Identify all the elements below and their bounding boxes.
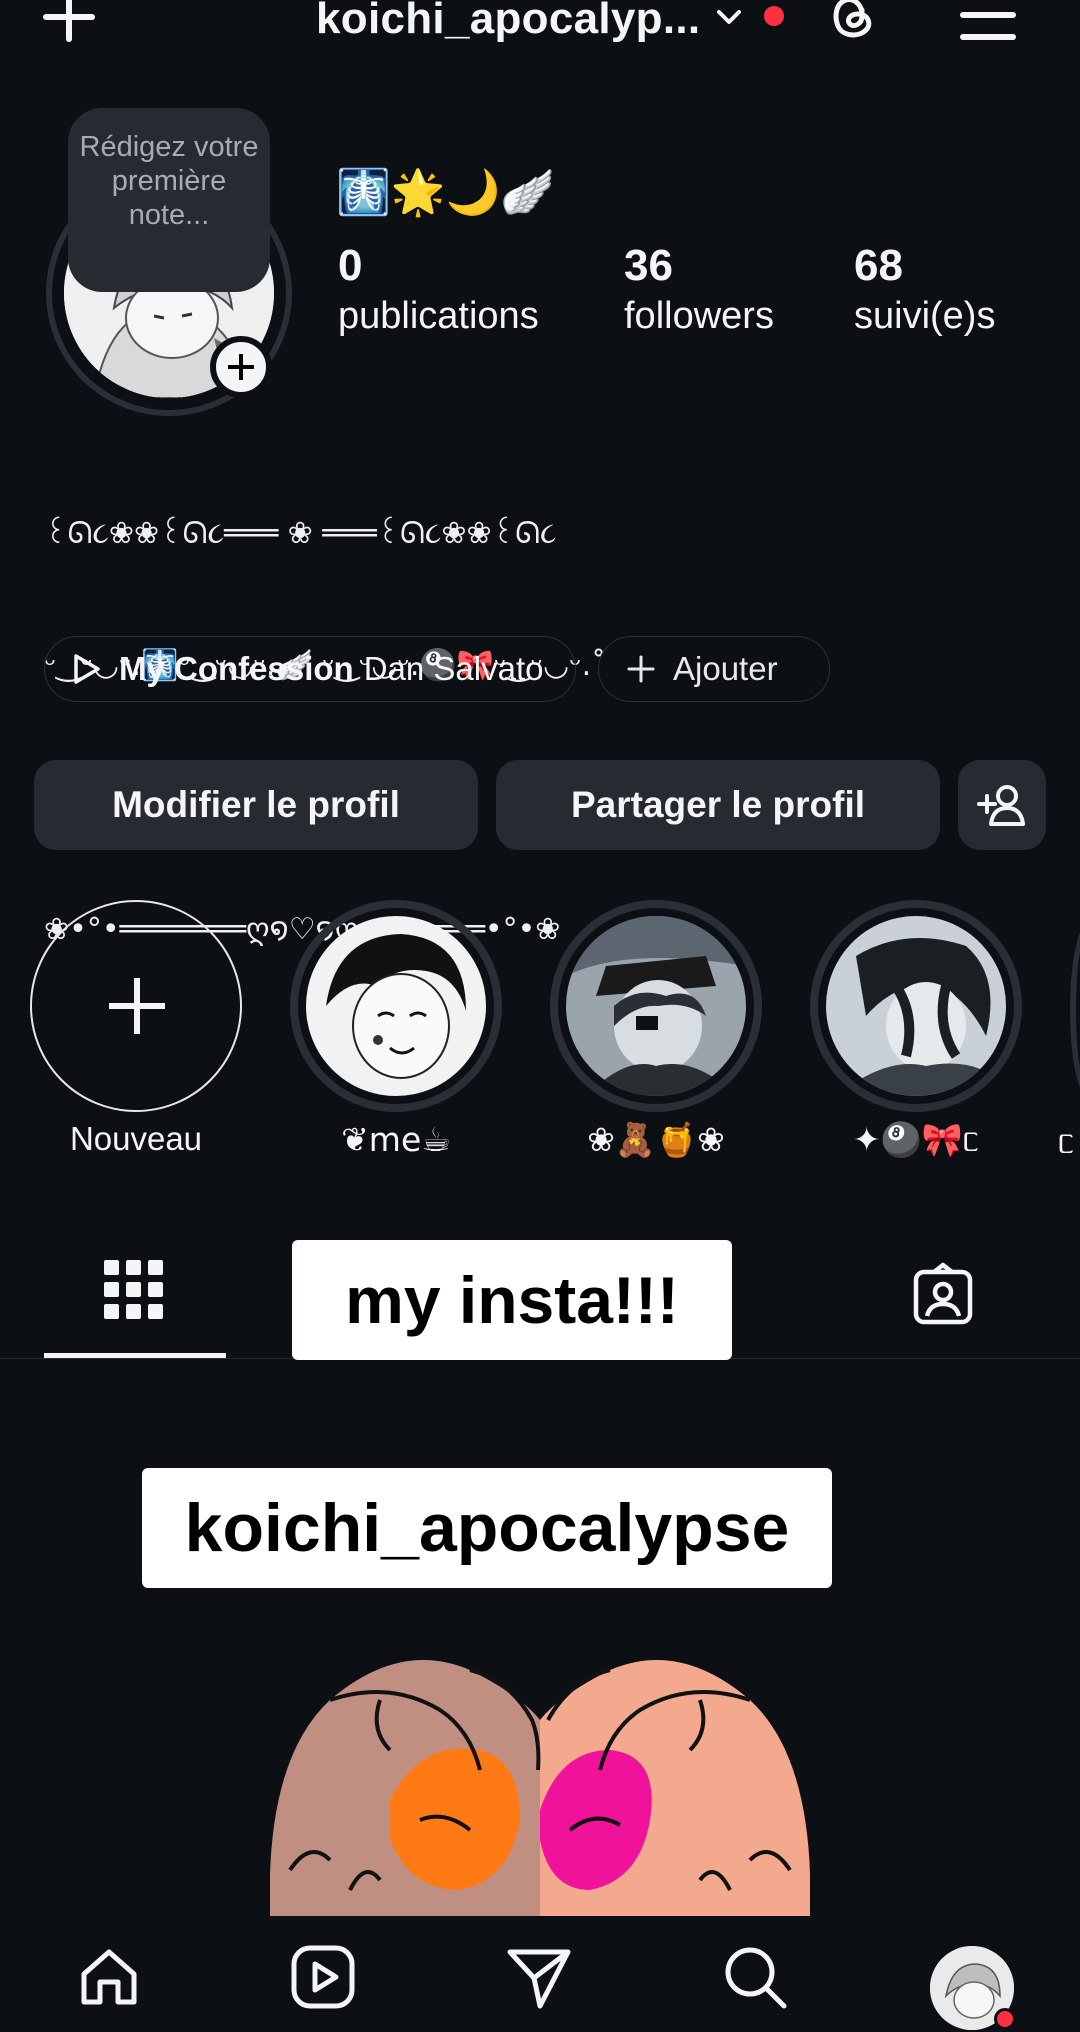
add-link-pill[interactable]: Ajouter	[598, 636, 830, 702]
overlay-caption: my insta!!!	[292, 1240, 732, 1360]
plus-icon	[627, 655, 655, 683]
highlight-new[interactable]: Nouveau	[30, 900, 242, 1158]
home-icon[interactable]	[74, 1942, 144, 2012]
highlight-cover	[826, 916, 1006, 1096]
add-person-icon	[977, 785, 1025, 826]
stat-label: followers	[624, 295, 774, 337]
highlight-item-partial[interactable]	[1070, 920, 1080, 1100]
highlight-label: ❦me☕︎	[341, 1120, 451, 1159]
stat-value: 68	[854, 241, 903, 290]
stat-following[interactable]: 68 suivi(e)s	[854, 240, 995, 340]
notification-dot	[764, 6, 784, 26]
add-link-label: Ajouter	[673, 650, 778, 687]
bio-line: ꒰ᘏ૮❀❀꒰ᘏ૮═══ ❀ ═══꒰ᘏ૮❀❀꒰ᘏ૮	[44, 516, 557, 551]
threads-icon[interactable]	[822, 0, 882, 46]
stat-value: 36	[624, 241, 673, 290]
create-plus-icon[interactable]	[38, 0, 98, 46]
top-bar: koichi_apocalyp...	[0, 0, 1080, 60]
overlay-caption: koichi_apocalypse	[142, 1468, 832, 1588]
bio-emojis: 🩻🌟🌙🪽	[336, 167, 556, 218]
discover-people-button[interactable]	[958, 760, 1046, 850]
chevron-down-icon[interactable]	[714, 2, 744, 32]
highlight-label: Nouveau	[69, 1120, 203, 1157]
profile-username[interactable]: koichi_apocalyp...	[316, 0, 700, 44]
stat-label: publications	[338, 295, 539, 337]
share-profile-button[interactable]: Partager le profil	[496, 760, 940, 850]
add-story-plus-icon[interactable]	[210, 336, 272, 398]
highlight-label: ᥴ	[1058, 1122, 1075, 1161]
stat-publications[interactable]: 0 publications	[338, 240, 539, 340]
music-pill[interactable]: My Confession Dan Salvato	[44, 636, 576, 702]
play-icon	[74, 654, 100, 684]
note-bubble[interactable]: Rédigez votre première note...	[68, 108, 270, 292]
music-artist: Dan Salvato	[363, 650, 544, 687]
reels-icon[interactable]	[288, 1942, 358, 2012]
bottom-navigation	[0, 1916, 1080, 2032]
highlight-item[interactable]: ✦🎱🎀ᥴ	[810, 900, 1022, 1160]
search-icon[interactable]	[720, 1942, 790, 2012]
highlight-cover	[566, 916, 746, 1096]
highlight-cover	[306, 916, 486, 1096]
stat-label: suivi(e)s	[854, 295, 996, 337]
stat-value: 0	[338, 241, 363, 290]
grid-tab-icon[interactable]	[104, 1260, 164, 1320]
highlight-item[interactable]: ❦me☕︎	[290, 900, 502, 1159]
highlight-label: ❀🧸🍯❀	[587, 1120, 725, 1159]
edit-profile-button[interactable]: Modifier le profil	[34, 760, 478, 850]
hamburger-menu-icon[interactable]	[956, 0, 1020, 46]
stat-followers[interactable]: 36 followers	[624, 240, 774, 340]
new-highlight-plus-icon	[30, 900, 242, 1112]
music-title: My Confession	[119, 650, 354, 687]
highlight-label: ✦🎱🎀ᥴ	[852, 1120, 980, 1159]
heart-hands-illustration	[270, 1660, 810, 1916]
notification-dot	[994, 2008, 1016, 2030]
highlight-item[interactable]: ❀🧸🍯❀	[550, 900, 762, 1160]
tagged-tab-icon[interactable]	[910, 1262, 976, 1328]
send-icon[interactable]	[504, 1942, 574, 2012]
